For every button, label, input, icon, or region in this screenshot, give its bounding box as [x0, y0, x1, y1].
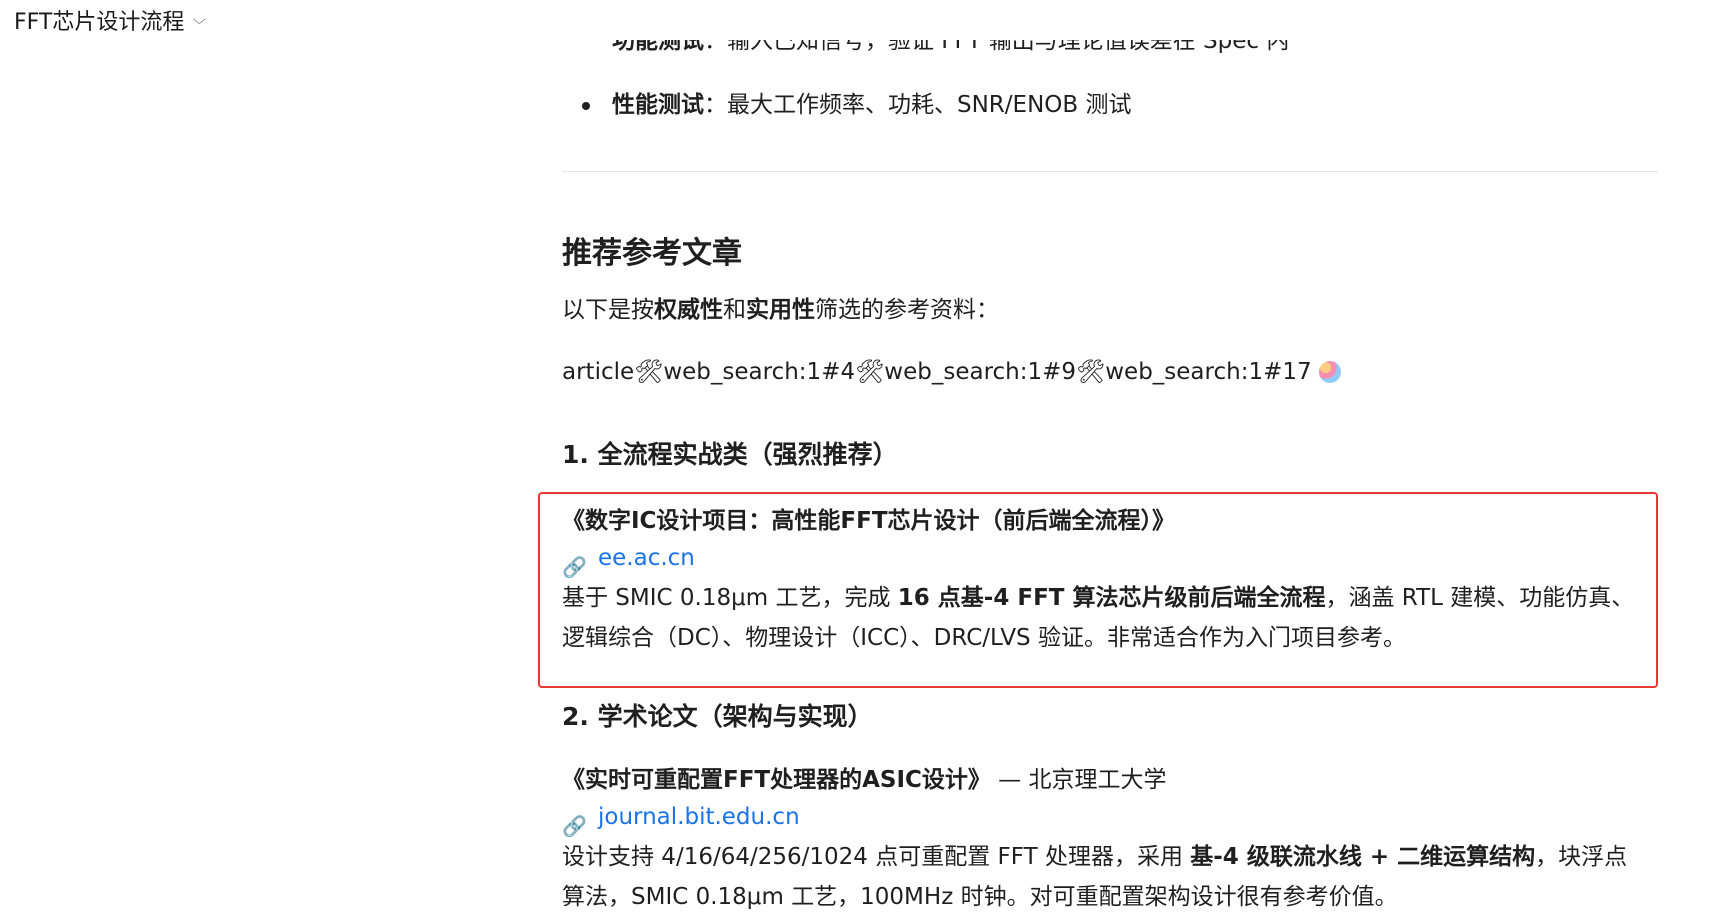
palette-icon [1318, 361, 1341, 383]
citation-text: article🛠web_search:1#4🛠web_search:1#9🛠we… [562, 359, 1312, 385]
group-heading: 1. 全流程实战类（强烈推荐） [562, 440, 898, 469]
desc-bold: 基-4 级联流水线 + 二维运算结构 [1190, 844, 1536, 870]
reference-item: 《数字IC设计项目：高性能FFT芯片设计（前后端全流程）》 🔗 ee.ac.cn… [562, 504, 1652, 658]
bullet-text: ：最大工作频率、功耗、SNR/ENOB 测试 [704, 92, 1132, 118]
bullet-text: ：输入已知信号，验证 FFT 输出与理论值误差在 Spec 内 [704, 40, 1290, 54]
list-item: 功能测试：输入已知信号，验证 FFT 输出与理论值误差在 Spec 内 [562, 40, 1462, 58]
citation-line: article🛠web_search:1#4🛠web_search:1#9🛠we… [562, 355, 1341, 389]
desc-text: 算法，SMIC 0.18μm 工艺，100MHz 时钟。对可重配置架构设计很有参… [562, 884, 1398, 910]
chevron-down-icon[interactable]: ⌵ [193, 12, 207, 28]
reference-item: 《实时可重配置FFT处理器的ASIC设计》 — 北京理工大学 🔗 journal… [562, 763, 1652, 917]
scrolled-bullet: 功能测试：输入已知信号，验证 FFT 输出与理论值误差在 Spec 内 [562, 40, 1462, 68]
doc-title-bar[interactable]: FFT芯片设计流程 ⌵ [0, 0, 207, 40]
section-intro: 以下是按权威性和实用性筛选的参考资料： [562, 293, 999, 327]
reference-link-row: 🔗 ee.ac.cn [562, 538, 1652, 579]
intro-bold: 权威性 [654, 297, 723, 323]
group-heading: 2. 学术论文（架构与实现） [562, 702, 873, 731]
reference-link[interactable]: journal.bit.edu.cn [598, 797, 800, 837]
desc-text: 设计支持 4/16/64/256/1024 点可重配置 FFT 处理器，采用 [562, 844, 1191, 870]
intro-text: 和 [723, 297, 746, 323]
reference-description: 设计支持 4/16/64/256/1024 点可重配置 FFT 处理器，采用 基… [562, 837, 1652, 917]
reference-link-row: 🔗 journal.bit.edu.cn [562, 797, 1652, 838]
bullet-label: 功能测试 [612, 40, 704, 54]
desc-text: 逻辑综合（DC）、物理设计（ICC）、DRC/LVS 验证。非常适合作为入门项目… [562, 625, 1406, 651]
reference-description: 基于 SMIC 0.18μm 工艺，完成 16 点基-4 FFT 算法芯片级前后… [562, 578, 1652, 658]
intro-bold: 实用性 [746, 297, 815, 323]
section-title: 推荐参考文章 [562, 236, 742, 271]
doc-title: FFT芯片设计流程 [14, 10, 185, 35]
reference-title-row: 《实时可重配置FFT处理器的ASIC设计》 — 北京理工大学 [562, 763, 1652, 797]
intro-text: 筛选的参考资料： [815, 297, 999, 323]
reference-link[interactable]: ee.ac.cn [598, 538, 695, 578]
intro-text: 以下是按 [562, 297, 654, 323]
desc-text: ，块浮点 [1535, 844, 1628, 870]
link-icon: 🔗 [562, 555, 587, 579]
link-icon: 🔗 [562, 814, 587, 838]
desc-bold: 16 点基-4 FFT 算法芯片级前后端全流程 [897, 585, 1326, 611]
reference-source: — 北京理工大学 [990, 767, 1167, 793]
bullet-label: 性能测试 [612, 92, 704, 118]
divider [562, 171, 1658, 172]
desc-text: ，涵盖 RTL 建模、功能仿真、 [1325, 585, 1635, 611]
desc-text: 基于 SMIC 0.18μm 工艺，完成 [562, 585, 898, 611]
reference-title: 《数字IC设计项目：高性能FFT芯片设计（前后端全流程）》 [562, 508, 1176, 534]
reference-title: 《实时可重配置FFT处理器的ASIC设计》 [562, 767, 991, 793]
list-item: 性能测试：最大工作频率、功耗、SNR/ENOB 测试 [562, 88, 1131, 122]
